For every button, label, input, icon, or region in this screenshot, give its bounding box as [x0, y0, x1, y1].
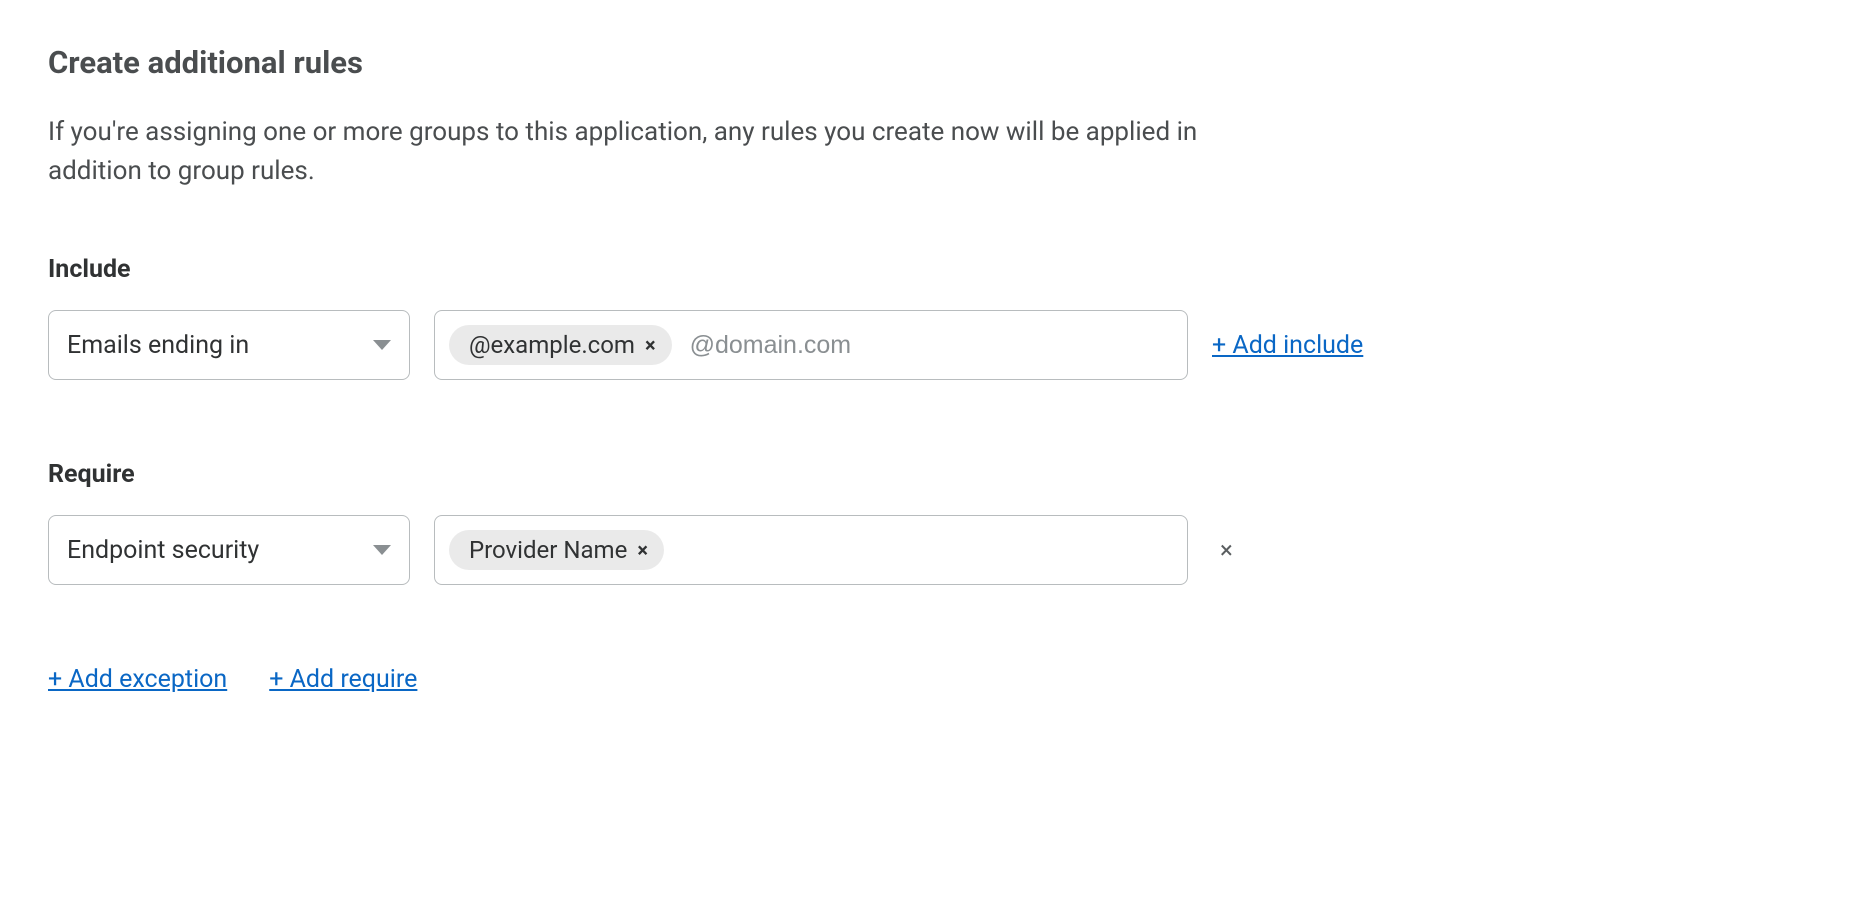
chevron-down-icon — [373, 545, 391, 555]
include-tag: @example.com × — [449, 325, 672, 365]
include-tag-text-input[interactable] — [690, 331, 1173, 360]
require-tag-label: Provider Name — [469, 536, 627, 564]
chevron-down-icon — [373, 340, 391, 350]
include-section: Include Emails ending in @example.com × … — [48, 255, 1820, 380]
require-section: Require Endpoint security Provider Name … — [48, 460, 1820, 585]
include-label: Include — [48, 255, 1820, 284]
close-icon[interactable]: × — [645, 335, 656, 355]
bottom-actions: + Add exception + Add require — [48, 665, 1820, 694]
page-title: Create additional rules — [48, 44, 1820, 81]
require-tags-input[interactable]: Provider Name × — [434, 515, 1188, 585]
include-selector[interactable]: Emails ending in — [48, 310, 410, 380]
require-selector[interactable]: Endpoint security — [48, 515, 410, 585]
require-rule-row: Endpoint security Provider Name × × — [48, 515, 1820, 585]
page-description: If you're assigning one or more groups t… — [48, 113, 1288, 191]
add-include-link[interactable]: + Add include — [1212, 331, 1363, 360]
require-selector-value: Endpoint security — [67, 536, 259, 565]
add-exception-link[interactable]: + Add exception — [48, 665, 227, 694]
include-tag-label: @example.com — [469, 331, 635, 359]
require-label: Require — [48, 460, 1820, 489]
include-selector-value: Emails ending in — [67, 331, 249, 360]
remove-require-row-icon[interactable]: × — [1212, 538, 1241, 562]
require-tag: Provider Name × — [449, 530, 664, 570]
close-icon[interactable]: × — [637, 540, 648, 560]
include-rule-row: Emails ending in @example.com × + Add in… — [48, 310, 1820, 380]
add-require-link[interactable]: + Add require — [269, 665, 417, 694]
require-tag-text-input[interactable] — [682, 536, 1173, 565]
include-tags-input[interactable]: @example.com × — [434, 310, 1188, 380]
